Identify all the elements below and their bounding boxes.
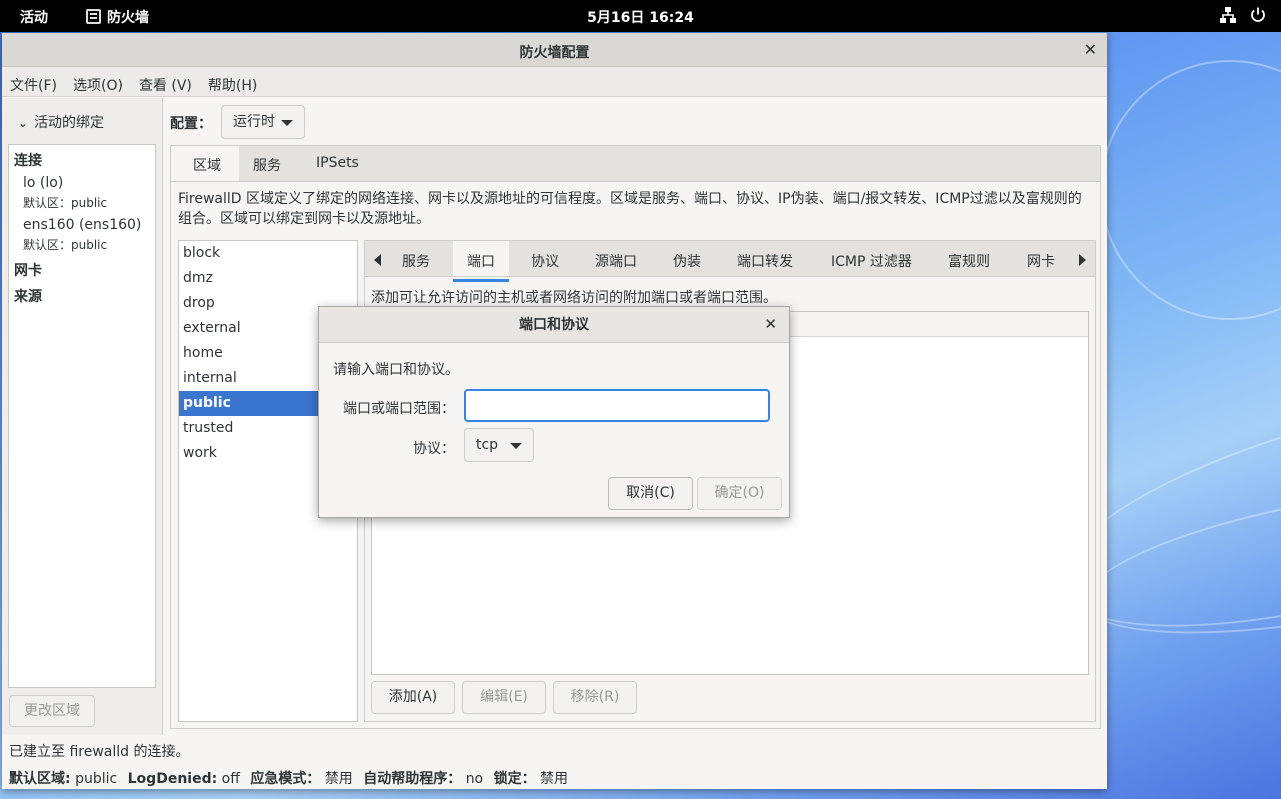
activities-button[interactable]: 活动 bbox=[20, 7, 48, 27]
app-menu-label: 防火墙 bbox=[107, 10, 149, 26]
log-denied-value: off bbox=[221, 771, 240, 787]
menu-view[interactable]: 查看 (V) bbox=[131, 67, 200, 96]
dialog-prompt: 请输入端口和协议。 bbox=[333, 362, 459, 378]
active-bindings-toggle[interactable]: ⌄ 活动的绑定 bbox=[18, 112, 104, 132]
default-zone-value: public bbox=[75, 771, 118, 787]
system-tray[interactable] bbox=[1219, 6, 1267, 24]
tab-scroll-right-icon[interactable] bbox=[1079, 254, 1086, 266]
top-bar: 活动 防火墙 5月16日 16:24 bbox=[0, 0, 1281, 32]
tab-masquerade[interactable]: 伪装 bbox=[673, 251, 701, 271]
tab-protocols[interactable]: 协议 bbox=[531, 251, 559, 271]
menu-bar: 文件(F) 选项(O) 查看 (V) 帮助(H) bbox=[2, 67, 1107, 97]
lockdown-label: 锁定： bbox=[493, 771, 536, 787]
dropdown-arrow-icon bbox=[510, 443, 522, 449]
connection-lo[interactable]: lo (lo) bbox=[23, 175, 63, 191]
protocol-dropdown[interactable]: tcp bbox=[464, 428, 534, 462]
tab-interfaces[interactable]: 网卡 bbox=[1027, 251, 1055, 271]
zone-item-block[interactable]: block bbox=[179, 241, 357, 266]
zone-description: FirewallD 区域定义了绑定的网络连接、网卡以及源地址的可信程度。区域是服… bbox=[178, 191, 1082, 227]
panic-mode-label: 应急模式： bbox=[250, 771, 321, 787]
zone-item-dmz[interactable]: dmz bbox=[179, 266, 357, 291]
menu-options[interactable]: 选项(O) bbox=[65, 67, 131, 96]
active-bindings-panel: ⌄ 活动的绑定 连接 lo (lo) 默认区：public ens160 (ens… bbox=[2, 98, 163, 735]
outer-tabbar: 区域 服务 IPSets bbox=[170, 145, 1101, 186]
port-range-input[interactable] bbox=[464, 389, 770, 422]
ok-button[interactable]: 确定(O) bbox=[697, 477, 782, 510]
connection-ens160[interactable]: ens160 (ens160) bbox=[23, 217, 141, 233]
connection-ens160-zone: 默认区：public bbox=[23, 238, 108, 252]
lockdown-value: 禁用 bbox=[540, 771, 569, 787]
close-icon[interactable]: ✕ bbox=[1084, 40, 1097, 59]
cancel-button[interactable]: 取消(C) bbox=[608, 477, 693, 510]
add-port-button[interactable]: 添加(A) bbox=[371, 681, 455, 714]
tab-ipsets[interactable]: IPSets bbox=[316, 155, 359, 171]
inner-tabbar: 服务 端口 协议 源端口 伪装 端口转发 ICMP 过滤器 富规则 网卡 bbox=[365, 241, 1095, 282]
tab-icmp-filter[interactable]: ICMP 过滤器 bbox=[831, 251, 912, 271]
tab-source-ports[interactable]: 源端口 bbox=[595, 251, 637, 271]
auto-helpers-value: no bbox=[465, 771, 484, 787]
clock[interactable]: 5月16日 16:24 bbox=[0, 7, 1281, 27]
connection-lo-zone: 默认区：public bbox=[23, 196, 108, 210]
dropdown-arrow-icon bbox=[281, 120, 293, 126]
protocol-value: tcp bbox=[476, 437, 499, 453]
remove-port-button[interactable]: 移除(R) bbox=[553, 681, 637, 714]
app-menu-button[interactable]: 防火墙 bbox=[86, 7, 149, 27]
menu-file[interactable]: 文件(F) bbox=[2, 67, 65, 96]
bindings-list: 连接 lo (lo) 默认区：public ens160 (ens160) 默认… bbox=[8, 144, 156, 688]
config-dropdown[interactable]: 运行时 bbox=[221, 105, 305, 139]
tab-services[interactable]: 服务 bbox=[253, 155, 281, 175]
dialog-close-icon[interactable]: ✕ bbox=[764, 315, 777, 333]
edit-port-button[interactable]: 编辑(E) bbox=[462, 681, 546, 714]
tab-rich-rules[interactable]: 富规则 bbox=[948, 251, 990, 271]
ports-description: 添加可让允许访问的主机或者网络访问的附加端口或者端口范围。 bbox=[371, 290, 777, 306]
connection-status: 已建立至 firewalld 的连接。 bbox=[9, 744, 190, 760]
chevron-down-icon: ⌄ bbox=[18, 116, 29, 130]
connections-section[interactable]: 连接 bbox=[14, 150, 42, 170]
active-bindings-label: 活动的绑定 bbox=[34, 115, 105, 131]
config-value: 运行时 bbox=[233, 114, 275, 130]
port-protocol-dialog: 端口和协议 ✕ 请输入端口和协议。 端口或端口范围： 协议： tcp 取消(C)… bbox=[318, 306, 790, 518]
power-icon[interactable] bbox=[1249, 6, 1267, 24]
default-zone-label: 默认区域: bbox=[9, 771, 71, 787]
auto-helpers-label: 自动帮助程序： bbox=[363, 771, 462, 787]
status-summary: 默认区域: public LogDenied: off 应急模式： 禁用 自动帮… bbox=[9, 768, 568, 788]
tab-services-inner[interactable]: 服务 bbox=[402, 251, 430, 271]
log-denied-label: LogDenied: bbox=[127, 771, 218, 787]
protocol-label: 协议： bbox=[413, 441, 455, 457]
window-title: 防火墙配置 bbox=[519, 45, 590, 61]
nic-section[interactable]: 网卡 bbox=[14, 260, 42, 280]
tab-zones[interactable]: 区域 bbox=[179, 155, 235, 186]
network-icon[interactable] bbox=[1219, 6, 1237, 24]
panic-mode-value: 禁用 bbox=[324, 771, 353, 787]
source-section[interactable]: 来源 bbox=[14, 286, 42, 306]
port-range-label: 端口或端口范围： bbox=[343, 401, 455, 417]
firewall-app-icon bbox=[86, 9, 101, 24]
dialog-title[interactable]: 端口和协议 bbox=[319, 307, 789, 343]
tab-port-forward[interactable]: 端口转发 bbox=[737, 251, 793, 271]
tab-ports[interactable]: 端口 bbox=[453, 251, 509, 282]
tab-scroll-left-icon[interactable] bbox=[374, 254, 381, 266]
change-zone-button[interactable]: 更改区域 bbox=[9, 695, 95, 727]
menu-help[interactable]: 帮助(H) bbox=[200, 67, 265, 96]
window-titlebar[interactable]: 防火墙配置 ✕ bbox=[2, 33, 1107, 67]
config-label: 配置： bbox=[170, 116, 212, 132]
